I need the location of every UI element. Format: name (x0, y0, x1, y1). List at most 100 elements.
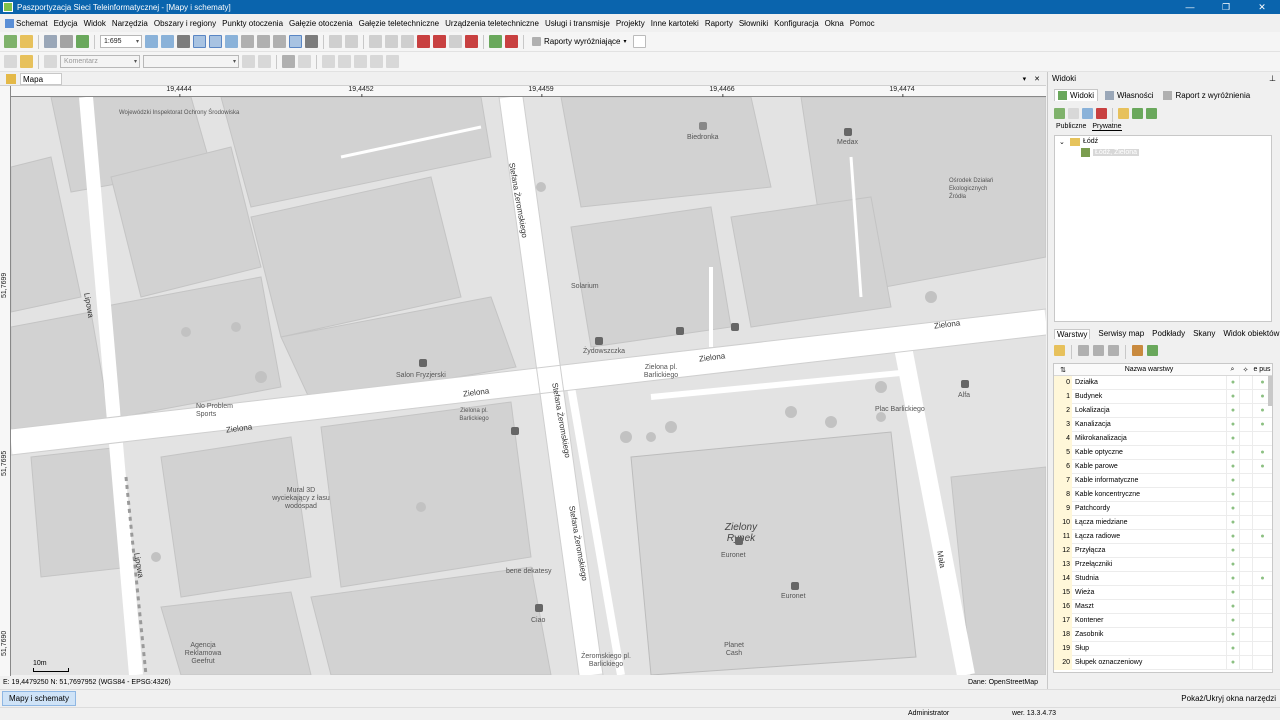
layer-row[interactable]: 15 Wieża ● (1054, 585, 1272, 600)
tab-private[interactable]: Prywatne (1092, 123, 1122, 131)
menu-item[interactable]: Gałęzie otoczenia (286, 19, 356, 28)
layer-pin-toggle[interactable] (1239, 403, 1252, 418)
menu-item[interactable]: Schemat (2, 18, 51, 28)
column-empty[interactable]: e pus (1252, 366, 1272, 373)
delete-icon[interactable] (465, 35, 478, 48)
view-map-icon[interactable] (1132, 108, 1143, 119)
layer-pin-toggle[interactable] (1239, 599, 1252, 614)
tree-node-root[interactable]: ⌄ Łódź (1055, 136, 1271, 147)
tab-close-icon[interactable]: ✕ (1034, 75, 1040, 83)
edit-icon[interactable] (449, 35, 462, 48)
layer-search-toggle[interactable]: ● (1226, 613, 1239, 628)
scrollbar[interactable] (1268, 376, 1272, 406)
point-icon[interactable] (401, 35, 414, 48)
distribute-icon[interactable] (370, 55, 383, 68)
copy-icon[interactable] (322, 55, 335, 68)
layer-pin-toggle[interactable] (1239, 627, 1252, 642)
menu-item[interactable]: Narzędzia (109, 19, 151, 28)
layer-search-toggle[interactable]: ● (1226, 641, 1239, 656)
layer-visible-toggle[interactable] (1252, 641, 1272, 656)
scale-combo[interactable]: 1:695 ▾ (100, 35, 142, 48)
text-style-icon[interactable] (345, 35, 358, 48)
layer-row[interactable]: 0 Działka ● ● (1054, 375, 1272, 390)
layer-search-toggle[interactable]: ● (1226, 473, 1239, 488)
table-icon[interactable] (257, 35, 270, 48)
lock-icon[interactable] (1054, 345, 1065, 356)
toggle-tool-windows[interactable]: Pokaż/Ukryj okna narzędzi (1181, 694, 1280, 703)
group-icon[interactable] (386, 55, 399, 68)
tab-properties[interactable]: Własności (1102, 89, 1156, 101)
layer-search-toggle[interactable]: ● (1226, 417, 1239, 432)
layer-search-toggle[interactable]: ● (1226, 599, 1239, 614)
refresh-view-icon[interactable] (1146, 108, 1157, 119)
menu-item[interactable]: Słowniki (736, 19, 771, 28)
pin-column-icon[interactable]: ✧ (1239, 366, 1252, 374)
layer-search-toggle[interactable]: ● (1226, 445, 1239, 460)
tab-highlight-report[interactable]: Raport z wyróżnienia (1160, 89, 1253, 101)
comment-combo[interactable]: Komentarz ▾ (60, 55, 140, 68)
layer-search-toggle[interactable]: ● (1226, 431, 1239, 446)
layer-search-toggle[interactable]: ● (1226, 403, 1239, 418)
save-icon[interactable] (44, 35, 57, 48)
search-icon[interactable]: ⌕ (1226, 366, 1239, 374)
zoom-out-icon[interactable] (145, 35, 158, 48)
layer-search-toggle[interactable]: ● (1226, 655, 1239, 670)
print-icon[interactable] (60, 35, 73, 48)
pan-icon[interactable] (177, 35, 190, 48)
layer-search-toggle[interactable]: ● (1226, 585, 1239, 600)
tab-basemaps[interactable]: Podkłady (1152, 329, 1185, 339)
layer-visible-toggle[interactable]: ● (1252, 571, 1272, 586)
menu-item[interactable]: Urządzenia teletechniczne (442, 19, 542, 28)
grid-icon[interactable] (241, 35, 254, 48)
checkbox-icon[interactable] (632, 35, 646, 48)
menu-item[interactable]: Edycja (51, 19, 81, 28)
layer-row[interactable]: 5 Kable optyczne ● ● (1054, 445, 1272, 460)
menu-item[interactable]: Widok (81, 19, 109, 28)
menu-item[interactable]: Pomoc (847, 19, 878, 28)
layer-row[interactable]: 8 Kable koncentryczne ● (1054, 487, 1272, 502)
layer-visible-toggle[interactable] (1252, 487, 1272, 502)
refresh-icon[interactable] (76, 35, 89, 48)
menu-item[interactable]: Obszary i regiony (151, 19, 219, 28)
new-icon[interactable] (4, 35, 17, 48)
menu-item[interactable]: Gałęzie teletechniczne (356, 19, 443, 28)
layer-row[interactable]: 1 Budynek ● ● (1054, 389, 1272, 404)
tab-views[interactable]: Widoki (1054, 89, 1099, 101)
menu-item[interactable]: Inne kartoteki (648, 19, 702, 28)
tab-scans[interactable]: Skany (1193, 329, 1215, 339)
layer-search-toggle[interactable]: ● (1226, 487, 1239, 502)
layer-visible-toggle[interactable] (1252, 585, 1272, 600)
layer-visible-toggle[interactable] (1252, 599, 1272, 614)
tree-node-view[interactable]: Łódź, Zielona (1055, 147, 1271, 158)
folder-icon[interactable] (1118, 108, 1129, 119)
layer-pin-toggle[interactable] (1239, 655, 1252, 670)
layer-visible-toggle[interactable]: ● (1252, 417, 1272, 432)
minimize-button[interactable]: — (1172, 0, 1208, 14)
layer-pin-toggle[interactable] (1239, 571, 1252, 586)
task-maps-and-schemes[interactable]: Mapy i schematy (2, 691, 77, 706)
camera-icon[interactable] (489, 35, 502, 48)
stop-red-icon[interactable] (433, 35, 446, 48)
layer-visible-toggle[interactable]: ● (1252, 529, 1272, 544)
layer-pin-toggle[interactable] (1239, 613, 1252, 628)
stop-icon[interactable] (417, 35, 430, 48)
layer-search-toggle[interactable]: ● (1226, 501, 1239, 516)
layer-pin-toggle[interactable] (1239, 459, 1252, 474)
layer-visible-toggle[interactable] (1252, 473, 1272, 488)
delete-view-icon[interactable] (1096, 108, 1107, 119)
layer-search-toggle[interactable]: ● (1226, 515, 1239, 530)
layer-row[interactable]: 18 Zasobnik ● (1054, 627, 1272, 642)
open-icon[interactable] (20, 35, 33, 48)
layer-icon[interactable] (225, 35, 238, 48)
layer-pin-toggle[interactable] (1239, 515, 1252, 530)
layer-pin-toggle[interactable] (1239, 487, 1252, 502)
layer-visible-toggle[interactable]: ● (1252, 445, 1272, 460)
layer-search-toggle[interactable]: ● (1226, 557, 1239, 572)
layer-pin-toggle[interactable] (1239, 529, 1252, 544)
layer-search-toggle[interactable]: ● (1226, 389, 1239, 404)
align-icon[interactable] (354, 55, 367, 68)
layer-row[interactable]: 3 Kanalizacja ● ● (1054, 417, 1272, 432)
style-combo[interactable]: ▾ (143, 55, 239, 68)
draw-icon[interactable] (242, 55, 255, 68)
layer-row[interactable]: 2 Lokalizacja ● ● (1054, 403, 1272, 418)
